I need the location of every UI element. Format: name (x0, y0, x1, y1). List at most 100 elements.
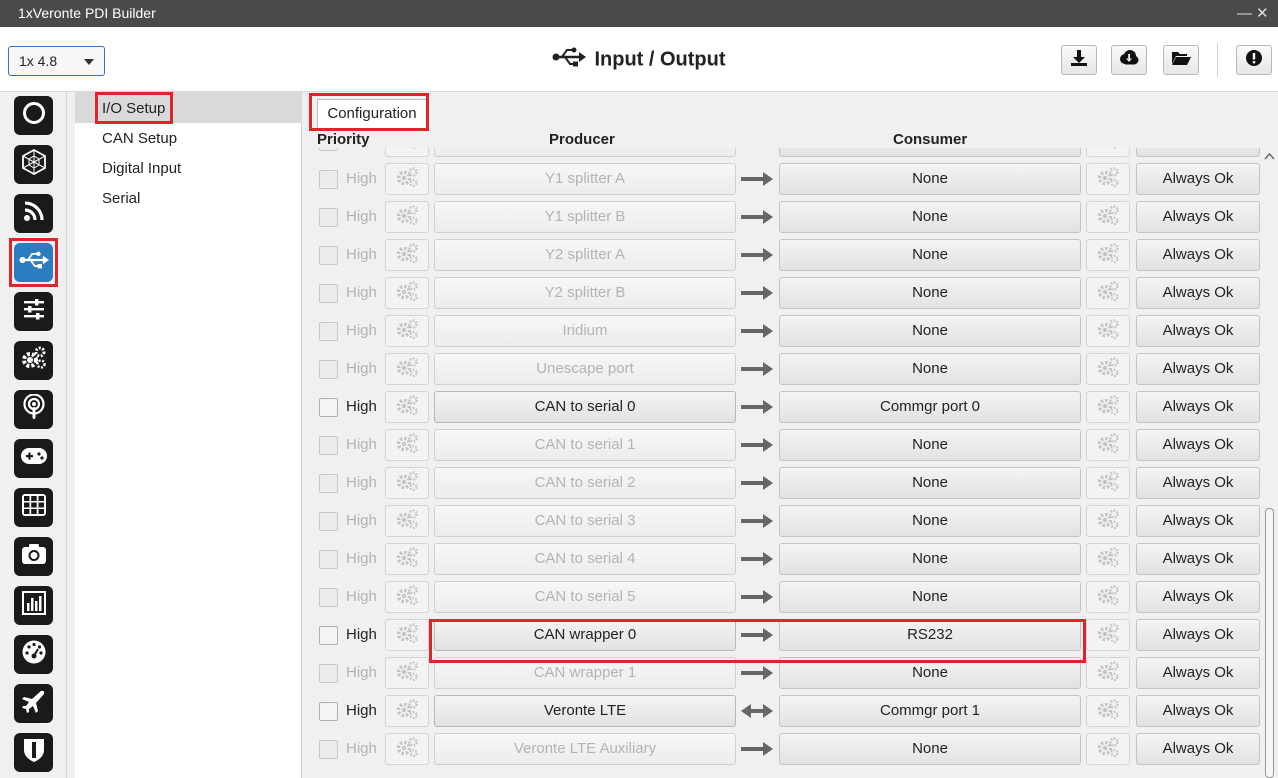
producer-button[interactable]: CAN to serial 4 (434, 543, 736, 575)
consumer-settings-button[interactable] (1086, 391, 1130, 423)
producer-button[interactable]: CAN to serial 2 (434, 467, 736, 499)
sidebar-item-camera[interactable] (14, 537, 53, 576)
consumer-button[interactable]: None (779, 581, 1081, 613)
consumer-button[interactable]: None (779, 429, 1081, 461)
status-button[interactable]: Always Ok (1136, 581, 1260, 613)
producer-settings-button[interactable] (385, 429, 429, 461)
priority-checkbox[interactable] (319, 512, 338, 531)
producer-settings-button[interactable] (385, 695, 429, 727)
producer-settings-button[interactable] (385, 163, 429, 195)
consumer-button[interactable]: None (779, 543, 1081, 575)
priority-checkbox[interactable] (319, 626, 338, 645)
consumer-settings-button[interactable] (1086, 467, 1130, 499)
consumer-button[interactable]: None (779, 163, 1081, 195)
priority-checkbox[interactable] (319, 436, 338, 455)
consumer-button[interactable]: None (779, 733, 1081, 765)
submenu-item-digital-input[interactable]: Digital Input (102, 160, 181, 177)
submenu-item-io-setup[interactable]: I/O Setup (102, 100, 165, 117)
producer-button[interactable]: Y2 splitter B (434, 277, 736, 309)
close-icon[interactable]: ✕ (1256, 0, 1269, 27)
producer-settings-button[interactable] (385, 239, 429, 271)
producer-button[interactable]: Veronte LTE (434, 695, 736, 727)
producer-button[interactable]: Y1 splitter A (434, 163, 736, 195)
sidebar-item-input-output[interactable] (14, 243, 53, 282)
consumer-settings-button[interactable] (1086, 733, 1130, 765)
consumer-settings-button[interactable] (1086, 148, 1130, 157)
consumer-button[interactable]: None (779, 148, 1081, 157)
status-button[interactable]: Always Ok (1136, 315, 1260, 347)
sidebar-item-flight[interactable] (14, 684, 53, 723)
priority-checkbox[interactable] (319, 702, 338, 721)
producer-button[interactable]: CAN to serial 3 (434, 505, 736, 537)
priority-checkbox[interactable] (319, 398, 338, 417)
cloud-download-button[interactable] (1111, 45, 1147, 75)
status-button[interactable]: Always Ok (1136, 163, 1260, 195)
status-button[interactable]: Always Ok (1136, 201, 1260, 233)
consumer-button[interactable]: None (779, 467, 1081, 499)
sidebar-item-feed[interactable] (14, 194, 53, 233)
priority-checkbox[interactable] (319, 360, 338, 379)
producer-button[interactable]: Y2 splitter A (434, 239, 736, 271)
consumer-button[interactable]: None (779, 657, 1081, 689)
sidebar-item-settings[interactable] (14, 292, 53, 331)
consumer-settings-button[interactable] (1086, 201, 1130, 233)
status-button[interactable]: Always Ok (1136, 695, 1260, 727)
status-button[interactable]: Always Ok (1136, 657, 1260, 689)
status-button[interactable]: Always Ok (1136, 619, 1260, 651)
scrollbar-thumb[interactable] (1265, 508, 1274, 778)
sidebar-item-hexagon[interactable] (14, 145, 53, 184)
consumer-button[interactable]: None (779, 239, 1081, 271)
status-button[interactable]: Always Ok (1136, 353, 1260, 385)
producer-settings-button[interactable] (385, 543, 429, 575)
status-button[interactable]: Always Ok (1136, 733, 1260, 765)
producer-button[interactable]: CAN to serial 5 (434, 581, 736, 613)
sidebar-item-broadcast[interactable] (14, 390, 53, 429)
tab-configuration[interactable]: Configuration (317, 99, 427, 129)
status-button[interactable]: Always Ok (1136, 239, 1260, 271)
consumer-settings-button[interactable] (1086, 239, 1130, 271)
consumer-button[interactable]: None (779, 353, 1081, 385)
consumer-settings-button[interactable] (1086, 353, 1130, 385)
sidebar-item-security[interactable] (14, 733, 53, 772)
status-button[interactable]: Always Ok (1136, 148, 1260, 157)
status-button[interactable]: Always Ok (1136, 467, 1260, 499)
producer-settings-button[interactable] (385, 505, 429, 537)
minimize-icon[interactable]: — (1237, 0, 1252, 27)
sidebar-item-charts[interactable] (14, 586, 53, 625)
status-button[interactable]: Always Ok (1136, 391, 1260, 423)
producer-button[interactable]: Veronte LTE Auxiliary (434, 733, 736, 765)
priority-checkbox[interactable] (319, 322, 338, 341)
consumer-settings-button[interactable] (1086, 429, 1130, 461)
producer-button[interactable]: CAN wrapper 1 (434, 657, 736, 689)
status-button[interactable]: Always Ok (1136, 543, 1260, 575)
consumer-settings-button[interactable] (1086, 543, 1130, 575)
producer-button[interactable]: Iridium (434, 315, 736, 347)
consumer-button[interactable]: None (779, 201, 1081, 233)
submenu-item-can-setup[interactable]: CAN Setup (102, 130, 177, 147)
sidebar-item-dashboard[interactable] (14, 635, 53, 674)
sidebar-item-apps[interactable] (14, 488, 53, 527)
download-button[interactable] (1061, 45, 1097, 75)
priority-checkbox[interactable] (319, 550, 338, 569)
producer-settings-button[interactable] (385, 619, 429, 651)
consumer-button[interactable]: Commgr port 1 (779, 695, 1081, 727)
producer-settings-button[interactable] (385, 353, 429, 385)
consumer-button[interactable]: RS232 (779, 619, 1081, 651)
vertical-scrollbar[interactable] (1261, 148, 1278, 778)
submenu-item-serial[interactable]: Serial (102, 190, 140, 207)
priority-checkbox[interactable] (319, 208, 338, 227)
producer-settings-button[interactable] (385, 277, 429, 309)
producer-settings-button[interactable] (385, 391, 429, 423)
priority-checkbox[interactable] (319, 170, 338, 189)
producer-settings-button[interactable] (385, 657, 429, 689)
producer-button[interactable]: Y0 splitter B (434, 148, 736, 157)
consumer-button[interactable]: None (779, 277, 1081, 309)
producer-button[interactable]: Y1 splitter B (434, 201, 736, 233)
sidebar-item-power[interactable] (14, 96, 53, 135)
producer-button[interactable]: CAN wrapper 0 (434, 619, 736, 651)
producer-button[interactable]: Unescape port (434, 353, 736, 385)
producer-settings-button[interactable] (385, 733, 429, 765)
priority-checkbox[interactable] (319, 474, 338, 493)
producer-settings-button[interactable] (385, 201, 429, 233)
producer-settings-button[interactable] (385, 315, 429, 347)
